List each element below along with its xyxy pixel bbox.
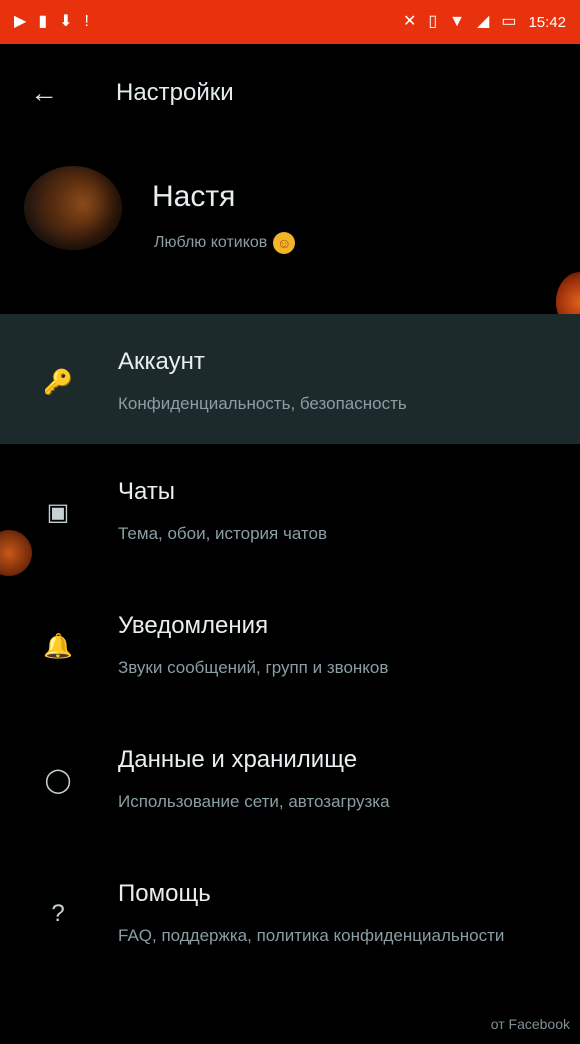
profile-status-text: Люблю котиков <box>154 234 268 251</box>
profile-name: Настя <box>152 180 236 213</box>
wifi-icon: ▼ <box>449 13 466 30</box>
status-time: 15:42 <box>528 13 566 31</box>
menu-item-title: Чаты <box>118 478 176 505</box>
key-icon: 🔑 <box>43 368 73 396</box>
chat-icon: ▣ <box>46 498 70 526</box>
menu-item-data-storage[interactable]: ◯ Данные и хранилище Использование сети,… <box>0 712 580 846</box>
app-bar: ← Настройки <box>0 60 580 126</box>
back-arrow-icon[interactable]: ← <box>24 73 64 113</box>
signal-icon: ◢ <box>477 13 490 30</box>
settings-menu: 🔑 Аккаунт Конфиденциальность, безопаснос… <box>0 314 580 980</box>
status-bar: ▶ ▮ ⬇ ! ✕ ▯ ▼ ◢ ▭ 15:42 <box>0 0 580 44</box>
clipboard-icon: ▮ <box>38 13 48 30</box>
menu-item-chats[interactable]: ▣ Чаты Тема, обои, история чатов <box>0 444 580 578</box>
status-left-icons: ▶ ▮ ⬇ ! <box>14 14 89 30</box>
menu-item-account[interactable]: 🔑 Аккаунт Конфиденциальность, безопаснос… <box>0 314 580 444</box>
status-right-icons: ✕ ▯ ▼ ◢ ▭ 15:42 <box>403 14 566 31</box>
menu-item-subtitle: FAQ, поддержка, политика конфиденциально… <box>118 926 505 945</box>
menu-item-subtitle: Звуки сообщений, групп и звонков <box>118 658 389 677</box>
menu-item-subtitle: Использование сети, автозагрузка <box>118 792 390 811</box>
bell-icon: 🔔 <box>43 632 73 660</box>
smile-emoji-icon: ☺ <box>273 232 296 254</box>
footer-text: от Facebook <box>490 1016 570 1032</box>
menu-item-subtitle: Тема, обои, история чатов <box>118 524 328 543</box>
menu-item-title: Помощь <box>118 880 211 907</box>
data-usage-icon: ◯ <box>44 766 72 794</box>
download-icon: ⬇ <box>59 13 73 30</box>
profile-status: Люблю котиков ☺ <box>154 232 296 254</box>
profile-section[interactable]: Настя Люблю котиков ☺ <box>0 160 580 260</box>
menu-item-title: Уведомления <box>118 612 269 639</box>
page-title: Настройки <box>116 79 234 106</box>
menu-item-help[interactable]: ? Помощь FAQ, поддержка, политика конфид… <box>0 846 580 980</box>
mute-icon: ✕ <box>402 13 417 30</box>
menu-item-title: Аккаунт <box>118 348 205 375</box>
youtube-icon: ▶ <box>14 13 27 30</box>
menu-item-notifications[interactable]: 🔔 Уведомления Звуки сообщений, групп и з… <box>0 578 580 712</box>
battery-icon: ▭ <box>501 13 517 30</box>
menu-item-title: Данные и хранилище <box>118 746 358 773</box>
help-icon: ? <box>51 900 65 927</box>
menu-item-subtitle: Конфиденциальность, безопасность <box>118 394 407 413</box>
notification-icon: ! <box>84 13 89 30</box>
vibrate-icon: ▯ <box>428 13 438 30</box>
avatar[interactable] <box>24 166 122 250</box>
